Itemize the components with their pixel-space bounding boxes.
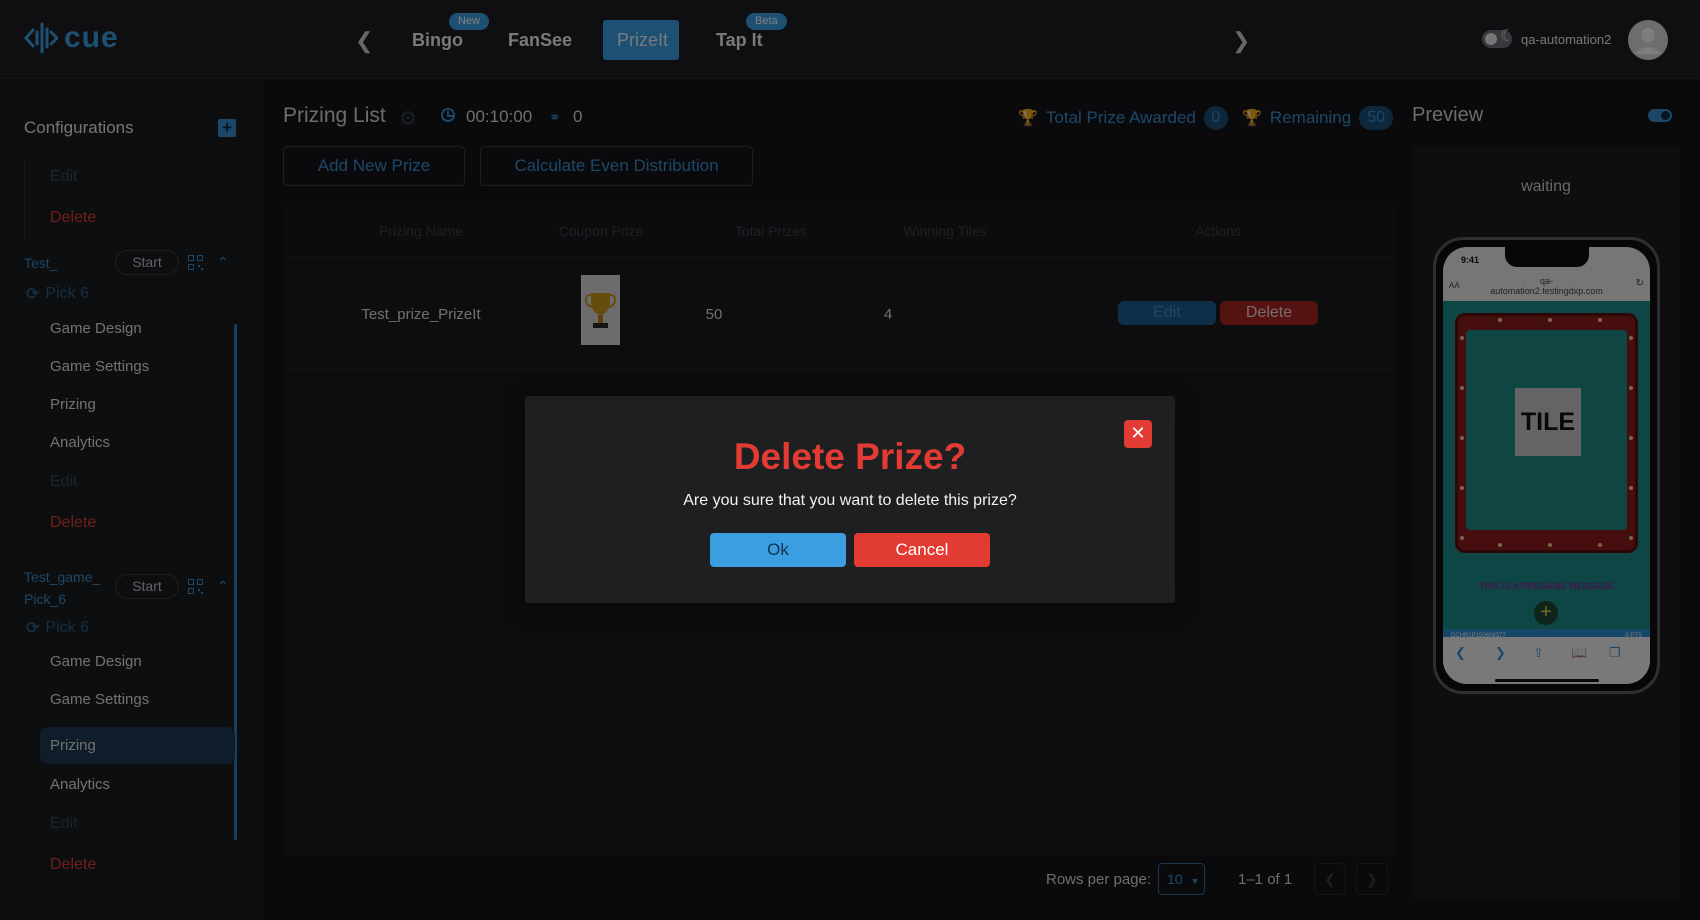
ok-button[interactable]: Ok bbox=[710, 533, 846, 567]
dialog-title: Delete Prize? bbox=[733, 436, 967, 477]
delete-prize-dialog: ✕ Delete Prize? Are you sure that you wa… bbox=[525, 396, 1175, 603]
cancel-button[interactable]: Cancel bbox=[854, 533, 990, 567]
dialog-message: Are you sure that you want to delete thi… bbox=[683, 492, 1017, 509]
